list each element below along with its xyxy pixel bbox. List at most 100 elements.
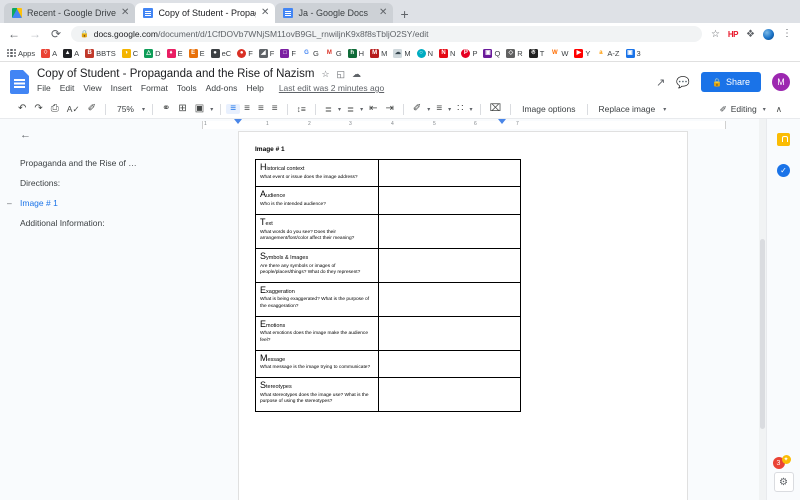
bookmark-item[interactable]: BBBTS [82, 49, 119, 58]
collapse-minus-icon[interactable]: – [7, 198, 12, 208]
horizontal-ruler[interactable]: 1 1 2 3 4 5 6 7 [196, 119, 766, 131]
zoom-level[interactable]: 75% [111, 104, 140, 114]
close-outline-icon[interactable]: ← [20, 129, 184, 141]
scrollbar-thumb[interactable] [760, 239, 765, 429]
insert-image-button[interactable]: ▣ [191, 104, 208, 114]
menu-insert[interactable]: Insert [111, 83, 132, 93]
left-indent-marker[interactable] [234, 119, 242, 124]
question-cell[interactable]: Symbols & Images Are there any symbols o… [256, 248, 379, 282]
move-to-folder-icon[interactable]: ◱ [337, 70, 346, 79]
bookmark-item[interactable]: ♢A [38, 49, 60, 58]
answer-cell[interactable] [379, 214, 521, 248]
bulleted-list-button[interactable]: ≣ [343, 105, 358, 114]
editing-mode-button[interactable]: ✐ Editing [720, 104, 757, 115]
outline-item-additional-information[interactable]: Additional Information: [20, 213, 184, 233]
google-tasks-icon[interactable]: ✓ [777, 164, 790, 177]
avatar[interactable]: M [772, 73, 790, 91]
right-indent-marker[interactable] [498, 119, 506, 124]
bookmark-apps[interactable]: Apps [4, 49, 38, 58]
paint-format-button[interactable]: ✐ [84, 104, 100, 114]
profile-icon[interactable] [763, 29, 774, 40]
reload-icon[interactable]: ⟳ [50, 28, 62, 40]
chevron-down-icon[interactable]: ▾ [446, 106, 453, 113]
image-options-button[interactable]: Image options [516, 104, 581, 114]
question-cell[interactable]: Stereotypes What stereotypes does the im… [256, 378, 379, 412]
extensions-puzzle-icon[interactable]: ❖ [746, 29, 755, 40]
status-badge-extra[interactable]: ✦ [782, 455, 791, 464]
undo-button[interactable]: ↶ [14, 104, 30, 114]
back-icon[interactable]: ← [8, 28, 20, 40]
bookmark-item[interactable]: MG [322, 49, 345, 58]
replace-image-button[interactable]: Replace image [593, 104, 662, 114]
chevron-down-icon[interactable]: ▾ [761, 106, 768, 113]
close-icon[interactable]: ✕ [261, 8, 269, 18]
answer-cell[interactable] [379, 160, 521, 187]
bookmark-item[interactable]: PP [458, 49, 480, 58]
bookmark-item[interactable]: ▣3 [623, 49, 644, 58]
bookmark-item[interactable]: ☁M [390, 49, 413, 58]
bookmark-item[interactable]: ♦E [164, 49, 186, 58]
menu-view[interactable]: View [83, 83, 101, 93]
border-color-button[interactable]: ✐ [409, 104, 425, 114]
checklist-button[interactable]: ≣ [321, 105, 336, 114]
browser-tab-ja-google-docs[interactable]: Ja - Google Docs ✕ [275, 3, 393, 23]
question-cell[interactable]: Text What words do you see? Does their a… [256, 214, 379, 248]
answer-cell[interactable] [379, 248, 521, 282]
menu-tools[interactable]: Tools [177, 83, 197, 93]
outline-item-propaganda[interactable]: Propaganda and the Rise of … [20, 153, 184, 173]
border-dash-button[interactable]: ∷ [453, 104, 467, 114]
question-cell[interactable]: Historical context What event or issue d… [256, 160, 379, 187]
chevron-down-icon[interactable]: ▾ [468, 106, 475, 113]
close-icon[interactable]: ✕ [121, 8, 129, 18]
activity-trend-icon[interactable]: ↗ [656, 76, 665, 89]
chevron-down-icon[interactable]: ▾ [208, 106, 215, 113]
bookmark-item[interactable]: ●eC [208, 49, 235, 58]
spellcheck-button[interactable]: A✓ [63, 105, 84, 114]
bookmark-item[interactable]: hH [345, 49, 367, 58]
bookmark-item[interactable]: ●F [234, 49, 256, 58]
print-button[interactable]: ⎙ [47, 104, 63, 114]
redo-button[interactable]: ↷ [30, 104, 46, 114]
google-keep-icon[interactable] [777, 133, 790, 146]
answer-cell[interactable] [379, 316, 521, 350]
align-left-button[interactable]: ≡ [226, 104, 240, 114]
insert-link-button[interactable]: ⚭ [158, 104, 174, 114]
bookmark-item[interactable]: ▣Q [480, 49, 503, 58]
url-input[interactable]: 🔒 docs.google.com/document/d/1CfDOVb7WNj… [71, 26, 702, 42]
answer-cell[interactable] [379, 378, 521, 412]
question-cell[interactable]: Audience Who is the intended audience? [256, 187, 379, 214]
align-right-button[interactable]: ≡ [254, 104, 268, 114]
chevron-down-icon[interactable]: ▾ [358, 106, 365, 113]
outline-item-directions[interactable]: Directions: [20, 173, 184, 193]
answer-cell[interactable] [379, 187, 521, 214]
document-page[interactable]: Image # 1 Historical context What event … [238, 131, 688, 500]
question-cell[interactable]: Exaggeration What is being exaggerated? … [256, 282, 379, 316]
increase-indent-button[interactable]: ⇥ [382, 104, 398, 114]
bookmark-item[interactable]: ☃T [526, 49, 548, 58]
chevron-down-icon[interactable]: ▾ [336, 106, 343, 113]
add-comment-button[interactable]: ⊞ [174, 104, 190, 114]
answer-cell[interactable] [379, 350, 521, 377]
border-weight-button[interactable]: ≡ [432, 104, 446, 114]
chevron-down-icon[interactable]: ▾ [140, 106, 147, 113]
menu-edit[interactable]: Edit [60, 83, 75, 93]
bookmark-star-icon[interactable]: ☆ [711, 29, 720, 40]
chevron-down-icon[interactable]: ▾ [661, 106, 668, 113]
line-spacing-button[interactable]: ↕≡ [293, 105, 310, 114]
answer-cell[interactable] [379, 282, 521, 316]
crop-image-button[interactable]: ⌧ [486, 104, 506, 114]
browser-menu-icon[interactable]: ⋮ [782, 29, 792, 39]
question-cell[interactable]: Message What message is the image trying… [256, 350, 379, 377]
bookmark-item[interactable]: ◢F [256, 49, 278, 58]
outline-item-image-1[interactable]: – Image # 1 [20, 193, 184, 213]
extension-hp-icon[interactable]: HP [728, 30, 738, 39]
last-edit-status[interactable]: Last edit was 2 minutes ago [279, 83, 384, 93]
question-cell[interactable]: Emotions What emotions does the image ma… [256, 316, 379, 350]
comment-icon[interactable]: 💬 [676, 76, 690, 89]
menu-help[interactable]: Help [246, 83, 263, 93]
document-canvas[interactable]: 1 1 2 3 4 5 6 7 Image # 1 [196, 119, 766, 500]
bookmark-item[interactable]: ▲A [60, 49, 82, 58]
google-docs-logo[interactable] [10, 70, 29, 94]
bookmark-item[interactable]: ▶Y [571, 49, 593, 58]
bookmark-item[interactable]: MM [367, 49, 390, 58]
